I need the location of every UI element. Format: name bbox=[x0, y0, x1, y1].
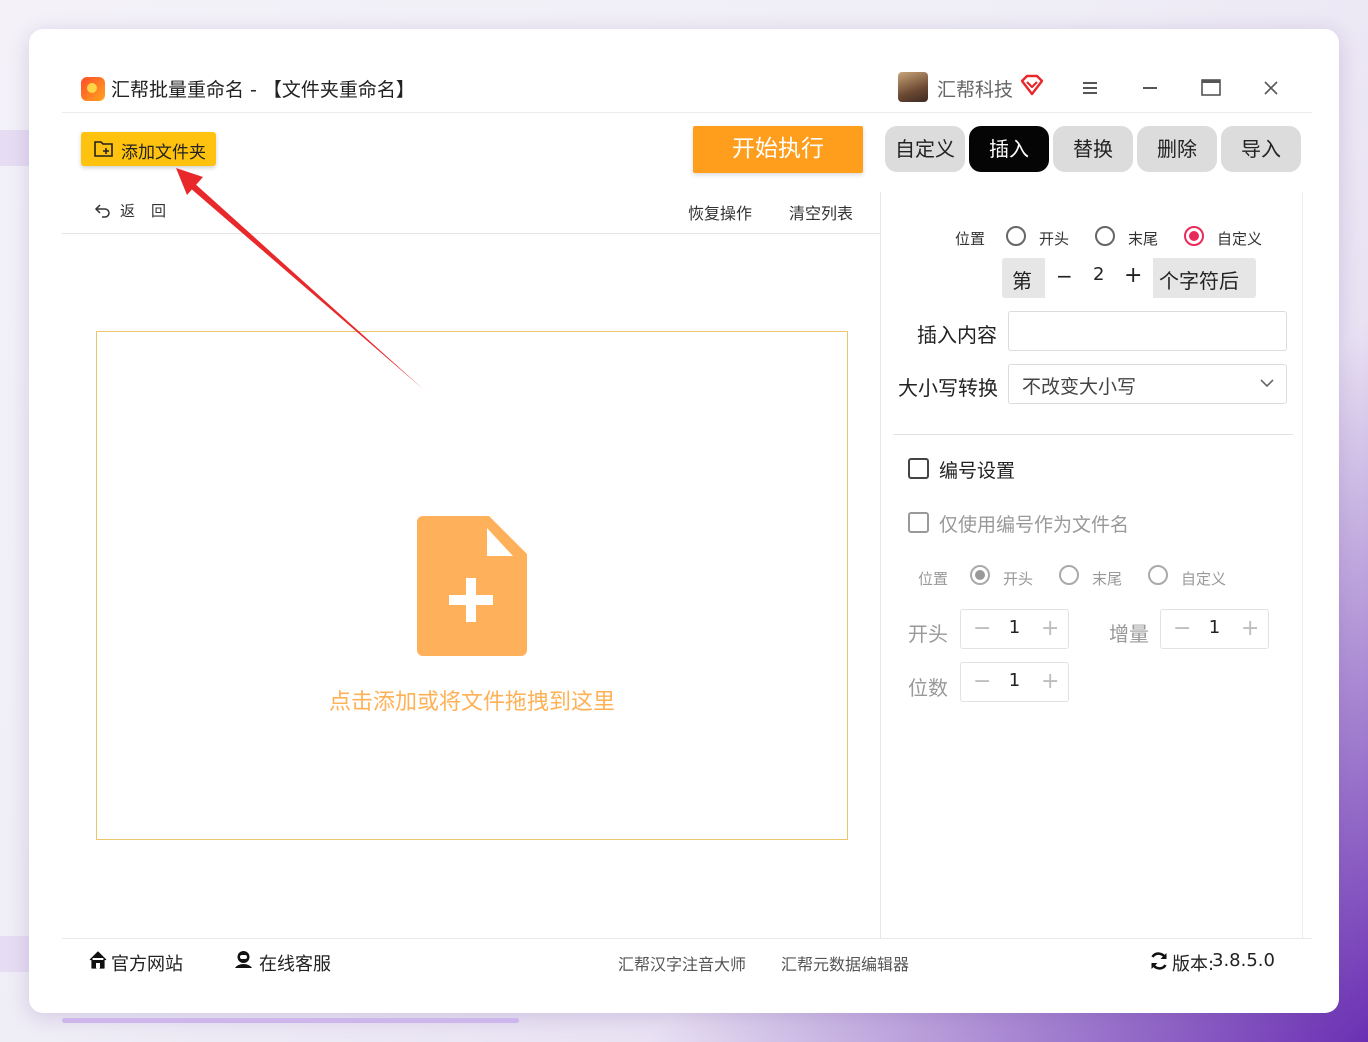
minimize-icon[interactable] bbox=[1135, 74, 1165, 102]
digits-increment-button[interactable]: + bbox=[1041, 669, 1059, 694]
increment-increment-button[interactable]: + bbox=[1241, 616, 1259, 641]
app-window: 汇帮批量重命名 - 【文件夹重命名】 汇帮科技 添加文件夹 开始执行 自定义 插… bbox=[62, 60, 1312, 988]
add-folder-button[interactable]: 添加文件夹 bbox=[81, 132, 216, 166]
tab-replace[interactable]: 替换 bbox=[1053, 126, 1133, 172]
file-drop-zone[interactable]: 点击添加或将文件拖拽到这里 bbox=[96, 331, 848, 840]
section-divider bbox=[893, 434, 1293, 435]
back-label: 返回 bbox=[120, 202, 183, 220]
digits-label: 位数 bbox=[908, 676, 948, 700]
clear-list-button[interactable]: 清空列表 bbox=[789, 200, 853, 224]
start-number-label: 开头 bbox=[908, 622, 948, 646]
start-increment-button[interactable]: + bbox=[1041, 616, 1059, 641]
refresh-icon[interactable] bbox=[1149, 951, 1169, 971]
radio-label-custom: 自定义 bbox=[1217, 230, 1263, 248]
case-convert-value: 不改变大小写 bbox=[1022, 376, 1137, 398]
increment-label: 增量 bbox=[1109, 622, 1149, 646]
only-number-checkbox[interactable] bbox=[908, 512, 929, 533]
case-convert-label: 大小写转换 bbox=[898, 376, 998, 400]
folder-add-icon bbox=[94, 141, 113, 157]
tab-delete[interactable]: 删除 bbox=[1137, 126, 1217, 172]
stepper-increment-button[interactable]: + bbox=[1124, 263, 1142, 288]
tab-custom[interactable]: 自定义 bbox=[885, 126, 965, 172]
maximize-icon[interactable] bbox=[1196, 74, 1226, 102]
digits-stepper[interactable]: − 1 + bbox=[960, 662, 1069, 702]
status-footer: 官方网站 在线客服 汇帮汉字注音大师 汇帮元数据编辑器 版本: 3.8.5.0 bbox=[62, 938, 1312, 989]
version-label: 版本: bbox=[1172, 954, 1215, 975]
metadata-editor-link[interactable]: 汇帮元数据编辑器 bbox=[781, 951, 909, 975]
stepper-decrement-button[interactable]: − bbox=[1056, 264, 1073, 288]
radio-label-end: 末尾 bbox=[1128, 230, 1159, 248]
background-decoration bbox=[0, 936, 30, 972]
list-toolbar: 返回 恢复操作 清空列表 bbox=[62, 190, 880, 234]
version-value: 3.8.5.0 bbox=[1212, 950, 1275, 971]
stepper-suffix: 个字符后 bbox=[1159, 269, 1239, 293]
case-convert-select[interactable]: 不改变大小写 bbox=[1008, 364, 1287, 404]
restore-button[interactable]: 恢复操作 bbox=[688, 200, 752, 224]
panel-border bbox=[1302, 192, 1303, 938]
only-number-label: 仅使用编号作为文件名 bbox=[939, 514, 1130, 536]
add-folder-label: 添加文件夹 bbox=[121, 143, 206, 163]
menu-icon[interactable] bbox=[1075, 74, 1105, 102]
start-number-stepper[interactable]: − 1 + bbox=[960, 609, 1069, 649]
background-decoration bbox=[0, 130, 30, 166]
radio-numbering-custom[interactable] bbox=[1148, 565, 1168, 585]
chevron-down-icon bbox=[1260, 379, 1274, 388]
vip-diamond-icon[interactable] bbox=[1019, 73, 1045, 97]
numbering-position-label: 位置 bbox=[918, 570, 949, 588]
radio-position-end[interactable] bbox=[1095, 226, 1115, 246]
stepper-prefix: 第 bbox=[1012, 269, 1032, 293]
position-label: 位置 bbox=[955, 230, 986, 248]
radio-position-start[interactable] bbox=[1006, 226, 1026, 246]
title-bar: 汇帮批量重命名 - 【文件夹重命名】 汇帮科技 bbox=[62, 60, 1312, 113]
radio-numbering-start[interactable] bbox=[970, 565, 990, 585]
insert-content-input[interactable] bbox=[1008, 311, 1287, 351]
file-add-icon bbox=[417, 516, 527, 656]
stepper-value[interactable]: 2 bbox=[1093, 264, 1104, 285]
home-icon bbox=[89, 951, 107, 969]
customer-service-icon bbox=[235, 951, 252, 968]
numbering-enable-label: 编号设置 bbox=[939, 460, 1016, 482]
drop-zone-hint: 点击添加或将文件拖拽到这里 bbox=[328, 690, 615, 715]
official-website-link[interactable]: 官方网站 bbox=[111, 950, 183, 976]
radio-label-start: 开头 bbox=[1039, 230, 1070, 248]
brand-name: 汇帮科技 bbox=[937, 79, 1014, 101]
insert-content-label: 插入内容 bbox=[917, 323, 997, 347]
app-logo-icon bbox=[81, 77, 105, 101]
undo-icon bbox=[94, 204, 110, 218]
close-icon[interactable] bbox=[1256, 74, 1286, 102]
radio-position-custom[interactable] bbox=[1184, 226, 1204, 246]
increment-stepper[interactable]: − 1 + bbox=[1160, 609, 1269, 649]
radio-numbering-custom-label: 自定义 bbox=[1181, 570, 1227, 588]
user-avatar[interactable] bbox=[898, 72, 928, 102]
window-title: 汇帮批量重命名 - 【文件夹重命名】 bbox=[111, 79, 415, 101]
radio-numbering-end-label: 末尾 bbox=[1092, 570, 1123, 588]
tab-insert[interactable]: 插入 bbox=[969, 126, 1049, 172]
numbering-enable-checkbox[interactable] bbox=[908, 458, 929, 479]
start-execute-button[interactable]: 开始执行 bbox=[693, 126, 863, 173]
radio-numbering-end[interactable] bbox=[1059, 565, 1079, 585]
char-position-stepper: 第 − 2 + 个字符后 bbox=[1002, 258, 1256, 298]
radio-numbering-start-label: 开头 bbox=[1003, 570, 1034, 588]
online-support-link[interactable]: 在线客服 bbox=[259, 950, 331, 976]
tab-import[interactable]: 导入 bbox=[1221, 126, 1301, 172]
horizontal-scrollbar[interactable] bbox=[62, 1018, 519, 1023]
insert-settings-panel: 位置 开头 末尾 自定义 第 − 2 + 个字符后 插入内容 大小写转换 不改变… bbox=[881, 192, 1302, 938]
phonetic-tool-link[interactable]: 汇帮汉字注音大师 bbox=[618, 951, 746, 975]
